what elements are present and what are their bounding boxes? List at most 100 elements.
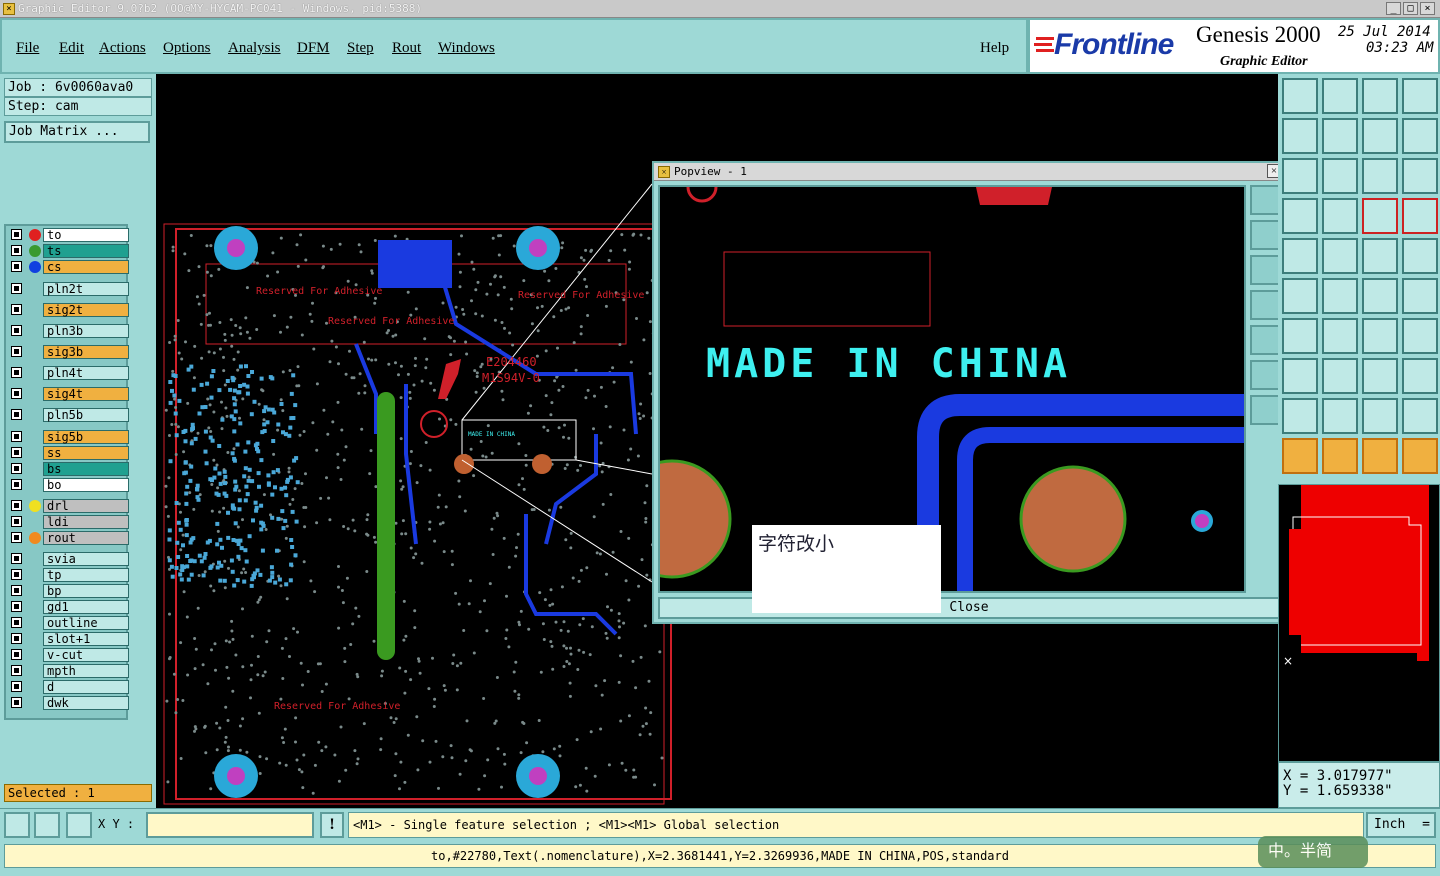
layer-checkbox[interactable] <box>11 633 22 644</box>
layer-row-ldi[interactable]: ldi <box>9 515 129 529</box>
popview-tool-6[interactable] <box>1250 360 1280 390</box>
layer-name[interactable]: mpth <box>43 664 129 678</box>
layer-checkbox[interactable] <box>11 500 22 511</box>
layer-name[interactable]: v-cut <box>43 648 129 662</box>
layer-name[interactable]: drl <box>43 499 129 513</box>
tool-button-14[interactable] <box>1322 198 1358 234</box>
layer-row-tp[interactable]: tp <box>9 568 129 582</box>
layer-row-pln2t[interactable]: pln2t <box>9 282 129 296</box>
layer-name[interactable]: bp <box>43 584 129 598</box>
menu-windows[interactable]: Windows <box>438 40 495 57</box>
layer-name[interactable]: d <box>43 680 129 694</box>
layer-row-sig5b[interactable]: sig5b <box>9 430 129 444</box>
layer-row-outline[interactable]: outline <box>9 616 129 630</box>
tool-button-15[interactable] <box>1362 198 1398 234</box>
layer-row-pln5b[interactable]: pln5b <box>9 408 129 422</box>
layer-row-rout[interactable]: rout <box>9 531 129 545</box>
popview-tool-1[interactable] <box>1250 185 1280 215</box>
tool-button-35[interactable] <box>1362 398 1398 434</box>
tool-button-20[interactable] <box>1402 238 1438 274</box>
tool-button-30[interactable] <box>1322 358 1358 394</box>
layer-name[interactable]: ldi <box>43 515 129 529</box>
tool-button-36[interactable] <box>1402 398 1438 434</box>
layer-row-pln3b[interactable]: pln3b <box>9 324 129 338</box>
zoom-fit-icon[interactable] <box>4 812 30 838</box>
popview-tool-7[interactable] <box>1250 395 1280 425</box>
layer-row-dwk[interactable]: dwk <box>9 696 129 710</box>
layer-row-gd1[interactable]: gd1 <box>9 600 129 614</box>
tool-button-19[interactable] <box>1362 238 1398 274</box>
layer-name[interactable]: slot+1 <box>43 632 129 646</box>
layer-name[interactable]: bo <box>43 478 129 492</box>
layer-checkbox[interactable] <box>11 388 22 399</box>
layer-checkbox[interactable] <box>11 229 22 240</box>
minimize-button[interactable]: _ <box>1386 2 1401 15</box>
layer-name[interactable]: pln5b <box>43 408 129 422</box>
tool-button-28[interactable] <box>1402 318 1438 354</box>
layer-checkbox[interactable] <box>11 346 22 357</box>
layer-row-cs[interactable]: cs <box>9 260 129 274</box>
layer-checkbox[interactable] <box>11 697 22 708</box>
grid-icon[interactable] <box>66 812 92 838</box>
layer-checkbox[interactable] <box>11 532 22 543</box>
layer-name[interactable]: sig4t <box>43 387 129 401</box>
layer-row-sig4t[interactable]: sig4t <box>9 387 129 401</box>
layer-name[interactable]: ss <box>43 446 129 460</box>
menu-dfm[interactable]: DFM <box>297 40 330 57</box>
tool-button-18[interactable] <box>1322 238 1358 274</box>
popview-tool-5[interactable] <box>1250 325 1280 355</box>
layer-row-v-cut[interactable]: v-cut <box>9 648 129 662</box>
maximize-button[interactable]: □ <box>1403 2 1418 15</box>
tool-button-24[interactable] <box>1402 278 1438 314</box>
tool-button-33[interactable] <box>1282 398 1318 434</box>
layer-checkbox[interactable] <box>11 649 22 660</box>
zoom-area-icon[interactable] <box>34 812 60 838</box>
tool-button-40[interactable] <box>1402 438 1438 474</box>
layer-name[interactable]: sig5b <box>43 430 129 444</box>
tool-button-22[interactable] <box>1322 278 1358 314</box>
layer-name[interactable]: rout <box>43 531 129 545</box>
layer-row-bo[interactable]: bo <box>9 478 129 492</box>
popview-tool-2[interactable] <box>1250 220 1280 250</box>
layer-checkbox[interactable] <box>11 261 22 272</box>
tool-button-10[interactable] <box>1322 158 1358 194</box>
layer-name[interactable]: dwk <box>43 696 129 710</box>
tool-button-29[interactable] <box>1282 358 1318 394</box>
layer-row-bs[interactable]: bs <box>9 462 129 476</box>
xy-input[interactable] <box>146 812 314 838</box>
tool-button-1[interactable] <box>1282 78 1318 114</box>
layer-checkbox[interactable] <box>11 569 22 580</box>
tool-button-37[interactable] <box>1282 438 1318 474</box>
tool-button-11[interactable] <box>1362 158 1398 194</box>
mini-map[interactable]: × <box>1278 484 1440 762</box>
tool-button-3[interactable] <box>1362 78 1398 114</box>
tool-button-9[interactable] <box>1282 158 1318 194</box>
tool-button-13[interactable] <box>1282 198 1318 234</box>
ime-indicator[interactable]: 中。半简 <box>1258 836 1368 868</box>
job-matrix-button[interactable]: Job Matrix ... <box>4 121 150 143</box>
tool-button-12[interactable] <box>1402 158 1438 194</box>
layer-name[interactable]: cs <box>43 260 129 274</box>
layer-checkbox[interactable] <box>11 463 22 474</box>
layer-row-ts[interactable]: ts <box>9 244 129 258</box>
layer-checkbox[interactable] <box>11 585 22 596</box>
layer-name[interactable]: bs <box>43 462 129 476</box>
layer-checkbox[interactable] <box>11 447 22 458</box>
menu-options[interactable]: Options <box>163 40 211 57</box>
layer-checkbox[interactable] <box>11 479 22 490</box>
layer-row-pln4t[interactable]: pln4t <box>9 366 129 380</box>
layer-name[interactable]: sig2t <box>43 303 129 317</box>
menu-rout[interactable]: Rout <box>392 40 421 57</box>
popview-canvas[interactable]: MADE IN CHINA <box>658 185 1246 593</box>
layer-row-bp[interactable]: bp <box>9 584 129 598</box>
layer-checkbox[interactable] <box>11 409 22 420</box>
tool-button-38[interactable] <box>1322 438 1358 474</box>
layer-name[interactable]: outline <box>43 616 129 630</box>
layer-name[interactable]: sig3b <box>43 345 129 359</box>
layer-checkbox[interactable] <box>11 325 22 336</box>
layer-checkbox[interactable] <box>11 245 22 256</box>
tool-button-16[interactable] <box>1402 198 1438 234</box>
layer-checkbox[interactable] <box>11 283 22 294</box>
tool-button-17[interactable] <box>1282 238 1318 274</box>
tool-button-21[interactable] <box>1282 278 1318 314</box>
